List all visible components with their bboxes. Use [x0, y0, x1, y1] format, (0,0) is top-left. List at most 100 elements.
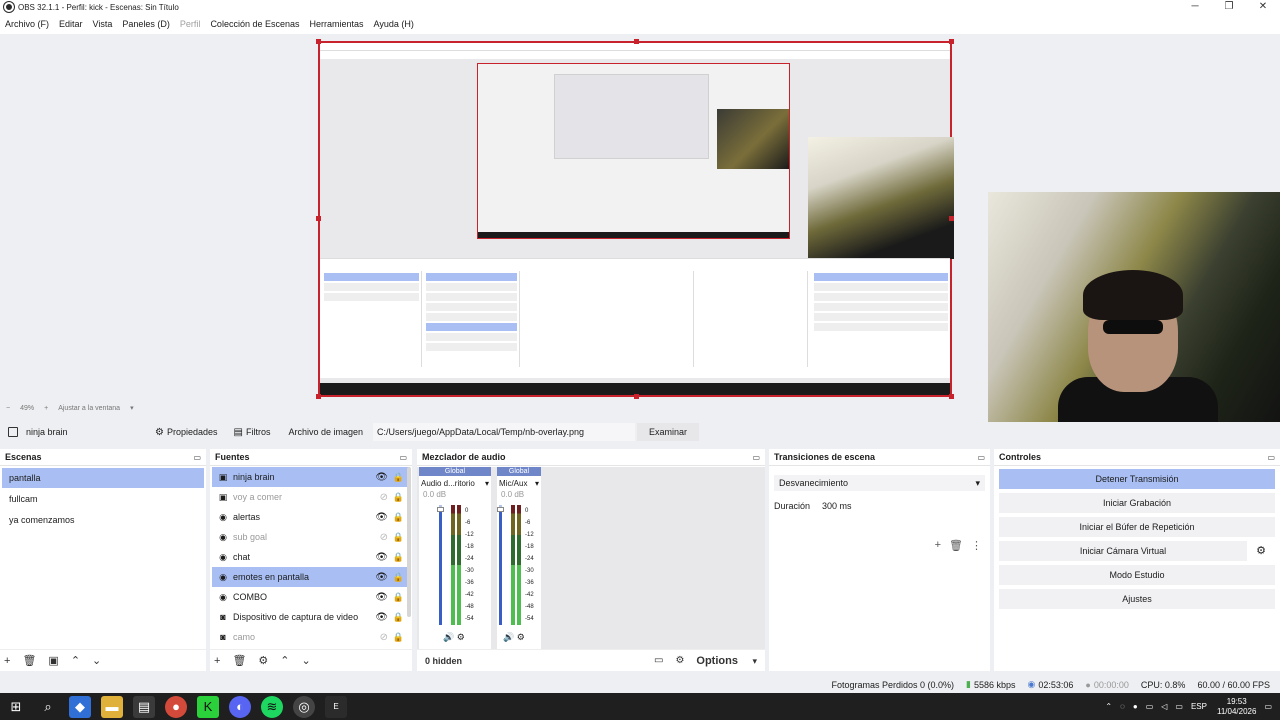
source-item[interactable]: ◉ emotes en pantalla 👁 🔒: [212, 567, 410, 587]
menu-editar[interactable]: Editar: [59, 19, 83, 29]
advanced-audio-icon[interactable]: ⚙: [675, 655, 684, 666]
eye-icon[interactable]: 👁: [375, 472, 388, 483]
zoom-in-icon[interactable]: +: [44, 405, 48, 412]
sources-scrollbar[interactable]: [407, 467, 411, 617]
stop-stream-button[interactable]: Detener Transmisión: [999, 469, 1275, 489]
eye-icon[interactable]: 👁: [375, 592, 388, 603]
preview-canvas[interactable]: [316, 39, 954, 399]
resize-handle[interactable]: [949, 39, 954, 44]
volume-slider[interactable]: [437, 505, 444, 625]
speaker-icon[interactable]: 🔊: [443, 632, 454, 642]
resize-handle[interactable]: [634, 394, 639, 399]
eye-hidden-icon[interactable]: ⊘: [380, 632, 388, 643]
start-virtual-cam-button[interactable]: Iniciar Cámara Virtual: [999, 541, 1247, 561]
lock-icon[interactable]: 🔒: [393, 552, 404, 563]
menu-perfil[interactable]: Perfil: [180, 19, 201, 29]
preview-area[interactable]: [0, 34, 1280, 436]
resize-handle[interactable]: [949, 394, 954, 399]
move-up-icon[interactable]: ⌃: [71, 654, 80, 667]
dock-menu-icon[interactable]: ▭: [752, 453, 760, 462]
microphone-icon[interactable]: ●: [1133, 702, 1138, 711]
scene-item-fullcam[interactable]: fullcam: [2, 489, 204, 509]
lock-icon[interactable]: 🔒: [393, 532, 404, 543]
start-recording-button[interactable]: Iniciar Grabación: [999, 493, 1275, 513]
monitor-icon[interactable]: ⚙: [517, 632, 525, 642]
store-icon[interactable]: ▤: [133, 695, 155, 718]
move-down-icon[interactable]: ⌄: [302, 654, 311, 667]
lock-icon[interactable]: 🔒: [393, 612, 404, 623]
settings-button[interactable]: Ajustes: [999, 589, 1275, 609]
eye-icon[interactable]: 👁: [375, 552, 388, 563]
remove-transition-icon[interactable]: 🗑: [949, 539, 963, 552]
duration-input[interactable]: 300 ms: [822, 501, 852, 511]
dock-menu-icon[interactable]: ▭: [193, 453, 201, 462]
studio-mode-button[interactable]: Modo Estudio: [999, 565, 1275, 585]
dock-menu-icon[interactable]: ▭: [399, 453, 407, 462]
lock-icon[interactable]: 🔒: [393, 472, 404, 483]
speaker-icon[interactable]: 🔊: [503, 632, 514, 642]
source-item[interactable]: ▣ ninja brain 👁 🔒: [212, 467, 410, 487]
source-item[interactable]: ◉ chat 👁 🔒: [212, 547, 410, 567]
browse-button[interactable]: Examinar: [637, 423, 700, 441]
source-item[interactable]: ◉ COMBO 👁 🔒: [212, 587, 410, 607]
zoom-out-icon[interactable]: −: [6, 405, 10, 412]
source-item[interactable]: ◉ sub goal ⊘ 🔒: [212, 527, 410, 547]
windows-start-icon[interactable]: ⊞: [5, 696, 27, 718]
eye-hidden-icon[interactable]: ⊘: [380, 492, 388, 503]
lock-icon[interactable]: 🔒: [393, 592, 404, 603]
source-item[interactable]: ◙ Dispositivo de captura de video 👁 🔒: [212, 607, 410, 627]
copilot-icon[interactable]: ◆: [69, 695, 91, 718]
resize-handle[interactable]: [316, 216, 321, 221]
epic-games-icon[interactable]: E: [325, 695, 347, 718]
scene-item-ya-comenzamos[interactable]: ya comenzamos: [2, 510, 204, 530]
move-up-icon[interactable]: ⌃: [280, 654, 289, 667]
battery-icon[interactable]: ▭: [1175, 702, 1183, 711]
filters-button[interactable]: ▤ Filtros: [230, 423, 275, 441]
chrome-icon[interactable]: ●: [165, 695, 187, 718]
monitor-icon[interactable]: ⚙: [457, 632, 465, 642]
channel-name[interactable]: Mic/Aux ▾: [497, 476, 541, 490]
zoom-fit-select[interactable]: Ajustar a la ventana: [58, 405, 120, 412]
resize-handle[interactable]: [316, 394, 321, 399]
eye-icon[interactable]: 👁: [375, 512, 388, 523]
remove-source-icon[interactable]: 🗑: [232, 654, 246, 667]
source-item[interactable]: ◉ alertas 👁 🔒: [212, 507, 410, 527]
source-settings-icon[interactable]: ⚙: [258, 654, 268, 667]
kick-icon[interactable]: K: [197, 695, 219, 718]
resize-handle[interactable]: [634, 39, 639, 44]
properties-button[interactable]: ⚙ Propiedades: [151, 423, 222, 441]
resize-handle[interactable]: [316, 39, 321, 44]
volume-icon[interactable]: ◁: [1161, 702, 1167, 711]
options-button[interactable]: Options ▾: [696, 655, 757, 667]
file-explorer-icon[interactable]: ▬: [101, 695, 123, 718]
resize-handle[interactable]: [949, 216, 954, 221]
network-icon[interactable]: ▭: [1146, 702, 1154, 711]
move-down-icon[interactable]: ⌄: [92, 654, 101, 667]
add-source-icon[interactable]: +: [214, 655, 220, 667]
add-transition-icon[interactable]: +: [935, 539, 941, 552]
eye-hidden-icon[interactable]: ⊘: [380, 532, 388, 543]
transition-select[interactable]: Desvanecimiento ▾: [774, 475, 985, 491]
chevron-down-icon[interactable]: ▾: [485, 479, 489, 488]
chevron-down-icon[interactable]: ▾: [130, 404, 134, 412]
chevron-down-icon[interactable]: ▾: [535, 479, 539, 488]
maximize-icon[interactable]: ❐: [1212, 0, 1246, 14]
dock-menu-icon[interactable]: ▭: [1267, 453, 1275, 462]
source-item[interactable]: ▣ voy a comer ⊘ 🔒: [212, 487, 410, 507]
menu-herramientas[interactable]: Herramientas: [310, 19, 364, 29]
channel-name[interactable]: Audio d...ritorio ▾: [419, 476, 491, 490]
add-scene-icon[interactable]: +: [4, 655, 10, 667]
remove-scene-icon[interactable]: 🗑: [22, 654, 36, 667]
lock-icon[interactable]: 🔒: [393, 632, 404, 643]
image-path-field[interactable]: C:/Users/juego/AppData/Local/Temp/nb-ove…: [373, 423, 636, 441]
layout-icon[interactable]: ▭: [654, 655, 663, 666]
menu-archivo[interactable]: Archivo (F): [5, 19, 49, 29]
scene-filters-icon[interactable]: ▣: [48, 654, 58, 667]
volume-slider[interactable]: [497, 505, 504, 625]
language-indicator[interactable]: ESP: [1191, 702, 1207, 711]
eye-icon[interactable]: 👁: [375, 612, 388, 623]
gear-icon[interactable]: ⚙: [1247, 541, 1275, 561]
menu-vista[interactable]: Vista: [93, 19, 113, 29]
source-item[interactable]: ◙ camo ⊘ 🔒: [212, 627, 410, 647]
menu-coleccion-escenas[interactable]: Colección de Escenas: [210, 19, 299, 29]
